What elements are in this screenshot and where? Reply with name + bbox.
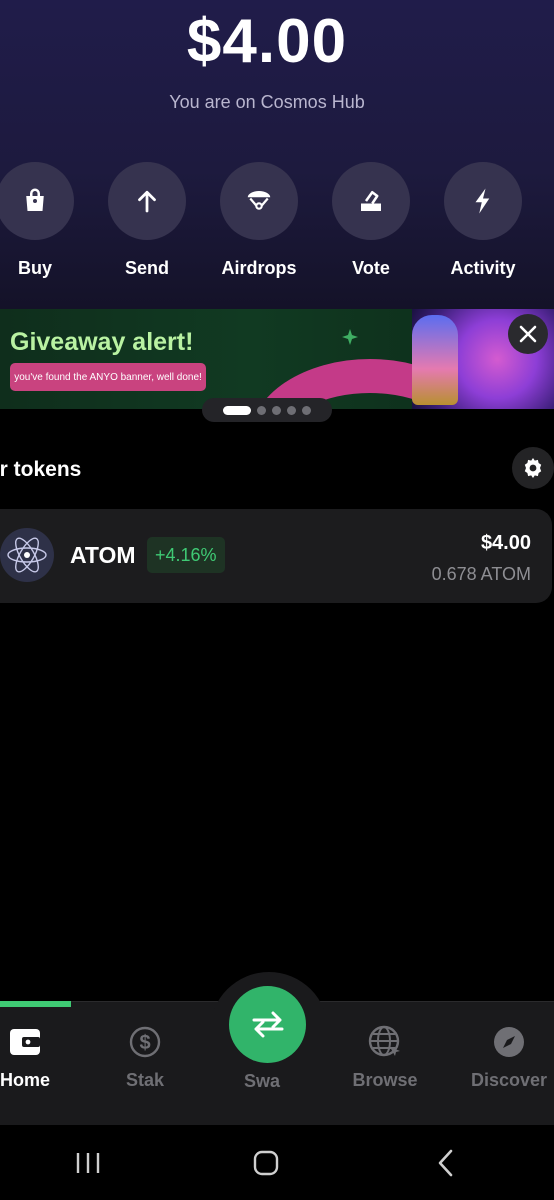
carousel-pagination[interactable] xyxy=(202,398,332,422)
sparkle-icon xyxy=(342,329,358,345)
nav-item-browse[interactable]: Browse xyxy=(335,1020,435,1100)
network-indicator[interactable]: You are on Cosmos Hub xyxy=(0,92,534,113)
wallet-icon xyxy=(0,1024,75,1060)
ballot-box-icon xyxy=(332,162,410,240)
send-label: Send xyxy=(124,258,169,278)
buy-label: Buy xyxy=(17,258,52,278)
banner-character xyxy=(412,315,458,405)
token-fiat-value: $4.00 xyxy=(480,532,531,554)
close-icon xyxy=(519,325,537,343)
nav-label: Stak xyxy=(125,1070,165,1090)
airdrops-label: Airdrops xyxy=(221,258,297,278)
carousel-dot-active[interactable] xyxy=(223,405,251,415)
nav-item-home[interactable]: Home xyxy=(0,1020,75,1100)
promo-banner[interactable]: Giveaway alert! xyxy=(0,309,554,409)
swap-arrows-icon xyxy=(252,1011,283,1037)
send-button[interactable]: Send xyxy=(92,162,202,292)
carousel-dot[interactable] xyxy=(257,405,266,415)
quick-actions: Buy Send Airdrops Vote Activity xyxy=(0,162,554,292)
recent-apps-button[interactable] xyxy=(68,1146,108,1180)
buy-button[interactable]: Buy xyxy=(0,162,90,292)
close-banner-button[interactable] xyxy=(508,314,548,354)
home-icon xyxy=(253,1150,279,1176)
nav-item-discover[interactable]: Discover xyxy=(459,1020,554,1100)
lightning-icon xyxy=(444,162,522,240)
parachute-icon xyxy=(220,162,298,240)
swap-button[interactable] xyxy=(229,986,306,1063)
token-symbol: ATOM xyxy=(70,542,136,568)
compass-icon xyxy=(459,1024,554,1060)
gear-icon xyxy=(524,458,542,478)
dollar-circle-icon: $ xyxy=(95,1024,195,1060)
nav-label: Home xyxy=(0,1070,50,1090)
nav-label-swap: Swa xyxy=(243,1071,281,1091)
tokens-section-title: our tokens xyxy=(0,458,82,481)
banner-title: Giveaway alert! xyxy=(10,328,194,356)
home-system-button[interactable] xyxy=(246,1146,286,1180)
carousel-dot[interactable] xyxy=(287,405,296,415)
airdrops-button[interactable]: Airdrops xyxy=(204,162,314,292)
carousel-dot[interactable] xyxy=(302,405,311,415)
token-amount: 0.678 ATOM xyxy=(431,564,531,584)
back-icon xyxy=(438,1149,453,1177)
atom-token-icon xyxy=(0,528,54,582)
recent-apps-icon xyxy=(76,1153,100,1173)
activity-label: Activity xyxy=(450,258,516,278)
shopping-bag-icon xyxy=(0,162,74,240)
back-system-button[interactable] xyxy=(426,1146,466,1180)
globe-icon xyxy=(335,1024,435,1060)
carousel-dot[interactable] xyxy=(272,405,281,415)
arrow-up-icon xyxy=(108,162,186,240)
token-settings-button[interactable] xyxy=(512,447,554,489)
nav-label: Browse xyxy=(352,1070,418,1090)
activity-button[interactable]: Activity xyxy=(428,162,538,292)
total-balance: $4.00 xyxy=(186,7,348,76)
active-tab-indicator xyxy=(0,1001,71,1007)
svg-text:$: $ xyxy=(139,1032,150,1054)
token-price-change: +4.16% xyxy=(147,537,225,573)
vote-label: Vote xyxy=(352,258,390,278)
banner-subtitle: you've found the ANYO banner, well done! xyxy=(10,363,206,391)
nav-item-stake[interactable]: $ Stak xyxy=(95,1020,195,1100)
vote-button[interactable]: Vote xyxy=(316,162,426,292)
nav-label: Discover xyxy=(470,1070,548,1090)
